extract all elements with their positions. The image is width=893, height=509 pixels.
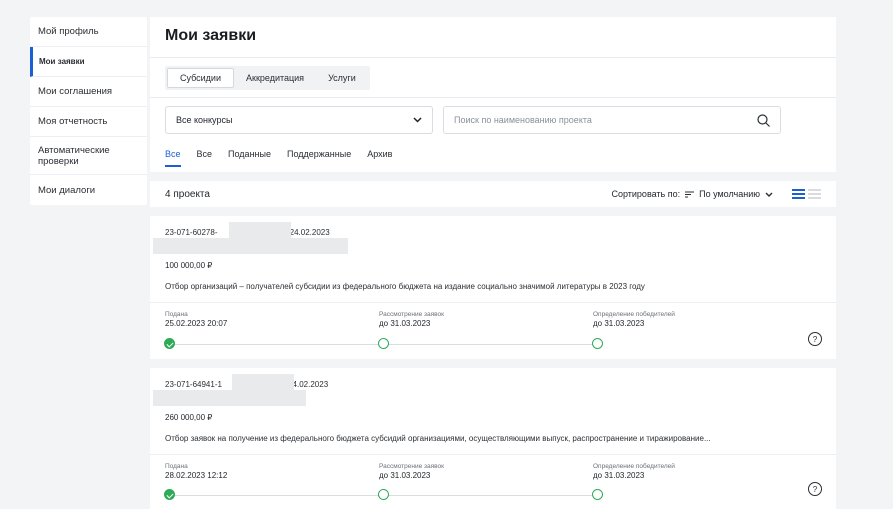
sort-label: Сортировать по:: [611, 189, 681, 199]
circle-icon: [592, 489, 603, 500]
sidebar-item-reports[interactable]: Моя отчетность: [30, 107, 147, 137]
results-toolbar: 4 проекта Сортировать по: По умолчанию: [150, 181, 836, 207]
application-amount: 260 000,00 ₽: [165, 413, 213, 422]
sidebar: Мой профиль Мои заявки Мои соглашения Мо…: [30, 17, 147, 205]
application-description: Отбор организаций – получателей субсидии…: [165, 282, 645, 291]
filter-all[interactable]: Все: [197, 149, 213, 167]
check-circle-icon: [164, 489, 175, 500]
filter-submitted[interactable]: Поданные: [228, 149, 271, 167]
applications-header-card: Мои заявки Субсидии Аккредитация Услуги …: [150, 17, 836, 172]
category-tabs: Субсидии Аккредитация Услуги: [165, 66, 370, 90]
divider: [150, 454, 836, 455]
sort-select[interactable]: По умолчанию: [699, 189, 760, 199]
stage-label: Подана: [165, 311, 188, 318]
stage-value: до 31.03.2023: [593, 471, 645, 480]
view-toggle: [792, 189, 821, 199]
application-description: Отбор заявок на получение из федеральног…: [165, 434, 711, 443]
contest-select-value: Все конкурсы: [176, 115, 233, 125]
sidebar-item-auto-checks[interactable]: Автоматические проверки: [30, 137, 147, 175]
sidebar-item-profile[interactable]: Мой профиль: [30, 17, 147, 47]
list-view-icon[interactable]: [792, 189, 805, 199]
project-count: 4 проекта: [165, 188, 210, 200]
application-amount: 100 000,00 ₽: [165, 261, 213, 270]
filter-all-active[interactable]: Все: [165, 149, 181, 167]
check-circle-icon: [164, 338, 175, 349]
tab-subsidies[interactable]: Субсидии: [167, 68, 234, 88]
stage-value: до 31.03.2023: [593, 319, 645, 328]
stage-value: 25.02.2023 20:07: [165, 319, 228, 328]
redacted-block: [153, 238, 348, 254]
divider: [150, 302, 836, 303]
circle-icon: [378, 338, 389, 349]
page-title: Мои заявки: [165, 27, 257, 44]
tab-services[interactable]: Услуги: [316, 68, 368, 88]
help-icon[interactable]: ?: [808, 482, 822, 496]
divider: [150, 57, 836, 58]
sidebar-item-applications[interactable]: Мои заявки: [30, 47, 147, 77]
application-number-value: 23-071-60278-: [165, 228, 218, 237]
chevron-down-icon[interactable]: [765, 192, 773, 197]
application-card[interactable]: 23-071-60278- от 24.02.2023 100 000,00 ₽ …: [150, 216, 836, 359]
stage-review: Рассмотрение заявок до 31.03.2023: [379, 311, 444, 328]
circle-icon: [592, 338, 603, 349]
stage-label: Рассмотрение заявок: [379, 311, 444, 318]
stage-winners: Определение победителей до 31.03.2023: [593, 311, 675, 328]
contest-select[interactable]: Все конкурсы: [165, 106, 433, 134]
sidebar-item-dialogs[interactable]: Мои диалоги: [30, 175, 147, 205]
stage-label: Определение победителей: [593, 463, 675, 470]
stage-value: 28.02.2023 12:12: [165, 471, 228, 480]
grid-view-icon[interactable]: [808, 189, 821, 199]
filter-supported[interactable]: Поддержанные: [287, 149, 351, 167]
circle-icon: [378, 489, 389, 500]
stage-review: Рассмотрение заявок до 31.03.2023: [379, 463, 444, 480]
stage-submitted: Подана 25.02.2023 20:07: [165, 311, 227, 328]
search-icon[interactable]: [757, 113, 770, 127]
application-number-value: 23-071-64941-1: [165, 380, 222, 389]
stage-submitted: Подана 28.02.2023 12:12: [165, 463, 227, 480]
stage-winners: Определение победителей до 31.03.2023: [593, 463, 675, 480]
sort-icon: [685, 191, 695, 197]
sidebar-item-agreements[interactable]: Мои соглашения: [30, 77, 147, 107]
stage-value: до 31.03.2023: [379, 319, 431, 328]
status-filters: Все Все Поданные Поддержанные Архив: [165, 149, 392, 167]
stage-label: Рассмотрение заявок: [379, 463, 444, 470]
divider: [150, 97, 836, 98]
search-placeholder: Поиск по наименованию проекта: [454, 115, 592, 125]
chevron-down-icon: [413, 117, 422, 123]
application-card[interactable]: 23-071-64941-1 от 24.02.2023 260 000,00 ₽…: [150, 368, 836, 509]
stage-value: до 31.03.2023: [379, 471, 431, 480]
stage-label: Подана: [165, 463, 188, 470]
redacted-block: [153, 390, 306, 406]
tab-accreditation[interactable]: Аккредитация: [234, 68, 316, 88]
help-icon[interactable]: ?: [808, 332, 822, 346]
filter-archive[interactable]: Архив: [367, 149, 392, 167]
stage-label: Определение победителей: [593, 311, 675, 318]
project-search-input[interactable]: Поиск по наименованию проекта: [443, 106, 781, 134]
sort-control: Сортировать по: По умолчанию: [611, 189, 821, 199]
